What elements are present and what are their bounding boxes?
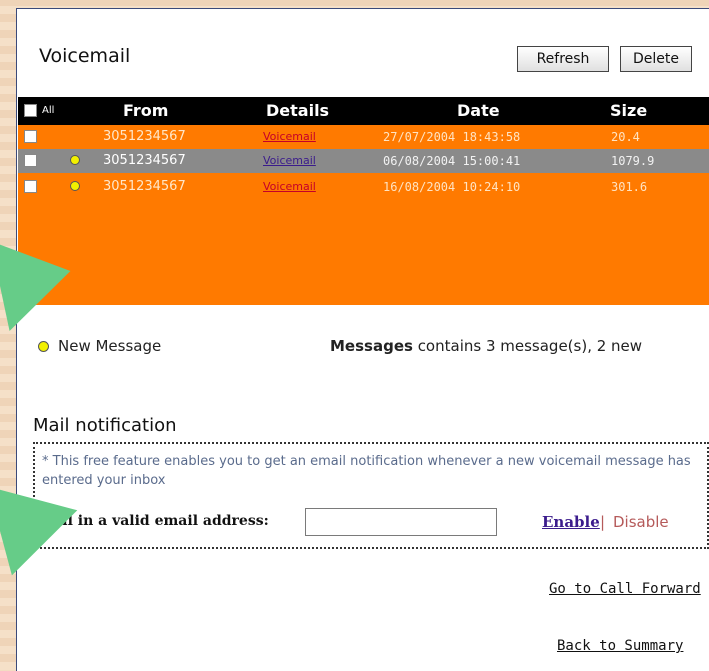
back-to-summary-link[interactable]: Back to Summary	[557, 638, 683, 654]
disable-link[interactable]: Disable	[613, 513, 669, 531]
row-checkbox[interactable]	[24, 154, 37, 167]
new-message-icon	[70, 181, 80, 191]
column-date: Date	[457, 101, 500, 120]
refresh-button[interactable]: Refresh	[517, 46, 609, 72]
page-title: Voicemail	[39, 45, 131, 67]
column-size: Size	[610, 101, 648, 120]
enable-link[interactable]: Enable	[542, 513, 600, 531]
row-size: 20.4	[611, 130, 640, 144]
select-all-label: All	[42, 105, 55, 116]
row-from: 3051234567	[103, 179, 186, 194]
row-from: 3051234567	[103, 129, 186, 144]
row-details-link[interactable]: Voicemail	[263, 125, 316, 149]
messages-table: All From Details Date Size 3051234567 Vo…	[18, 97, 709, 305]
table-row[interactable]: 3051234567 Voicemail 06/08/2004 15:00:41…	[18, 149, 709, 173]
delete-button[interactable]: Delete	[620, 46, 692, 72]
row-date: 06/08/2004 15:00:41	[383, 154, 521, 168]
row-checkbox[interactable]	[24, 180, 37, 193]
select-all-checkbox[interactable]	[24, 104, 37, 117]
mail-notification-description: * This free feature enables you to get a…	[42, 454, 691, 488]
table-row[interactable]: 3051234567 Voicemail 27/07/2004 18:43:58…	[18, 125, 709, 149]
row-details-link[interactable]: Voicemail	[263, 149, 316, 173]
row-from: 3051234567	[103, 153, 186, 168]
row-checkbox[interactable]	[24, 130, 37, 143]
email-field[interactable]	[305, 508, 497, 536]
message-count-text: contains 3 message(s), 2 new	[412, 337, 643, 355]
row-date: 27/07/2004 18:43:58	[383, 130, 521, 144]
column-details: Details	[266, 101, 330, 120]
table-row[interactable]: 3051234567 Voicemail 16/08/2004 10:24:10…	[18, 175, 709, 199]
mail-notification-box: * This free feature enables you to get a…	[33, 442, 709, 549]
mail-notification-title: Mail notification	[33, 415, 177, 436]
row-size: 301.6	[611, 180, 648, 194]
message-count: Messages contains 3 message(s), 2 new	[330, 337, 642, 355]
new-message-legend: New Message	[58, 337, 162, 355]
new-message-legend-icon	[38, 341, 49, 352]
row-date: 16/08/2004 10:24:10	[383, 180, 521, 194]
row-details-link[interactable]: Voicemail	[263, 175, 316, 199]
column-from: From	[123, 101, 169, 120]
row-size: 1079.9	[611, 154, 655, 168]
call-forward-link[interactable]: Go to Call Forward	[549, 581, 701, 597]
link-separator: |	[600, 513, 606, 531]
message-count-label: Messages	[330, 337, 413, 355]
new-message-icon	[70, 155, 80, 165]
table-header: All From Details Date Size	[18, 97, 709, 125]
